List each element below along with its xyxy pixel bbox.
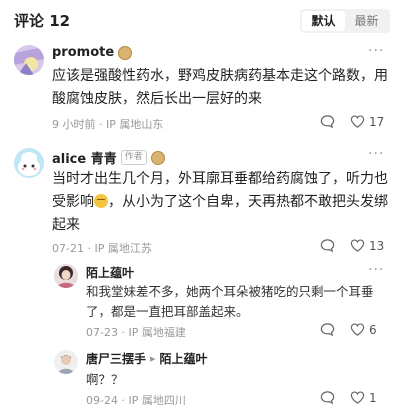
- comment-item: alice 青青 作者 ··· 当时才出生几个月，外耳廓耳垂都给药腐蚀了，听力也…: [0, 144, 400, 256]
- like-button[interactable]: 13: [350, 238, 384, 253]
- comment-item: promote ··· 应该是强酸性药水，野鸡皮肤病药基本走这个路数，用酸腐蚀皮…: [0, 40, 400, 140]
- sad-face-emoji-icon: [94, 194, 108, 208]
- username[interactable]: alice 青青: [52, 148, 117, 167]
- like-count: 1: [369, 390, 377, 405]
- comment-text: 当时才出生几个月，外耳廓耳垂都给药腐蚀了，听力也受影响 ，从小为了这个自卑，天再热…: [52, 168, 392, 237]
- sort-default-tab[interactable]: 默认: [302, 11, 345, 31]
- username-row[interactable]: 陌上蕴叶: [86, 264, 134, 281]
- level-badge-icon: [150, 150, 165, 165]
- username[interactable]: promote: [52, 45, 114, 60]
- reply-button[interactable]: [320, 114, 335, 129]
- reply-item: 唐尸三摆手 ▸ 陌上蕴叶 啊？？ 09-24 · IP 属地四川 1: [0, 346, 400, 416]
- avatar[interactable]: [14, 148, 44, 178]
- level-badge-icon: [118, 45, 133, 60]
- heart-icon[interactable]: [350, 238, 365, 253]
- more-icon[interactable]: ···: [368, 146, 384, 162]
- comment-text: 应该是强酸性药水，野鸡皮肤病药基本走这个路数，用酸腐蚀皮肤，然后长出一层好的来: [52, 68, 388, 107]
- avatar[interactable]: [54, 264, 78, 288]
- username-row[interactable]: promote: [52, 45, 133, 60]
- more-icon[interactable]: ···: [368, 43, 384, 59]
- sort-toggle[interactable]: 默认 最新: [300, 9, 390, 33]
- avatar[interactable]: [54, 350, 78, 374]
- username[interactable]: 唐尸三摆手: [86, 350, 146, 367]
- heart-icon[interactable]: [350, 322, 365, 337]
- reply-meta: 09-24 · IP 属地四川: [86, 394, 186, 407]
- like-button[interactable]: 6: [350, 322, 377, 337]
- like-count: 17: [369, 114, 385, 129]
- reply-button[interactable]: [320, 238, 335, 253]
- username-row[interactable]: 唐尸三摆手 ▸ 陌上蕴叶: [86, 350, 208, 367]
- avatar[interactable]: [14, 45, 44, 75]
- reply-meta: 07-23 · IP 属地福建: [86, 326, 186, 339]
- like-count: 13: [369, 238, 385, 253]
- comment-icon[interactable]: [320, 238, 335, 253]
- like-button[interactable]: 1: [350, 390, 377, 405]
- reply-text: 啊？？: [86, 372, 124, 387]
- comments-header: 评论 12 默认 最新: [0, 0, 400, 38]
- comment-icon[interactable]: [320, 322, 335, 337]
- username[interactable]: 陌上蕴叶: [86, 264, 134, 281]
- reply-arrow-icon: ▸: [150, 352, 156, 365]
- comment-meta: 9 小时前 · IP 属地山东: [52, 118, 164, 131]
- like-count: 6: [369, 322, 377, 337]
- comments-title: 评论 12: [14, 12, 71, 30]
- sort-latest-tab[interactable]: 最新: [345, 11, 388, 31]
- reply-button[interactable]: [320, 322, 335, 337]
- heart-icon[interactable]: [350, 390, 365, 405]
- comment-icon[interactable]: [320, 390, 335, 405]
- author-badge: 作者: [120, 150, 147, 165]
- reply-item: 陌上蕴叶 ··· 和我堂妹差不多，她两个耳朵被猪吃的只剩一个耳垂了，都是一直把耳…: [0, 260, 400, 340]
- heart-icon[interactable]: [350, 114, 365, 129]
- reply-to-username[interactable]: 陌上蕴叶: [160, 350, 208, 367]
- like-button[interactable]: 17: [350, 114, 384, 129]
- reply-text: 和我堂妹差不多，她两个耳朵被猪吃的只剩一个耳垂了，都是一直把耳部盖起来。: [86, 284, 374, 319]
- comment-meta: 07-21 · IP 属地江苏: [52, 242, 152, 255]
- username-row[interactable]: alice 青青 作者: [52, 148, 165, 167]
- comment-icon[interactable]: [320, 114, 335, 129]
- reply-button[interactable]: [320, 390, 335, 405]
- more-icon[interactable]: ···: [368, 262, 384, 278]
